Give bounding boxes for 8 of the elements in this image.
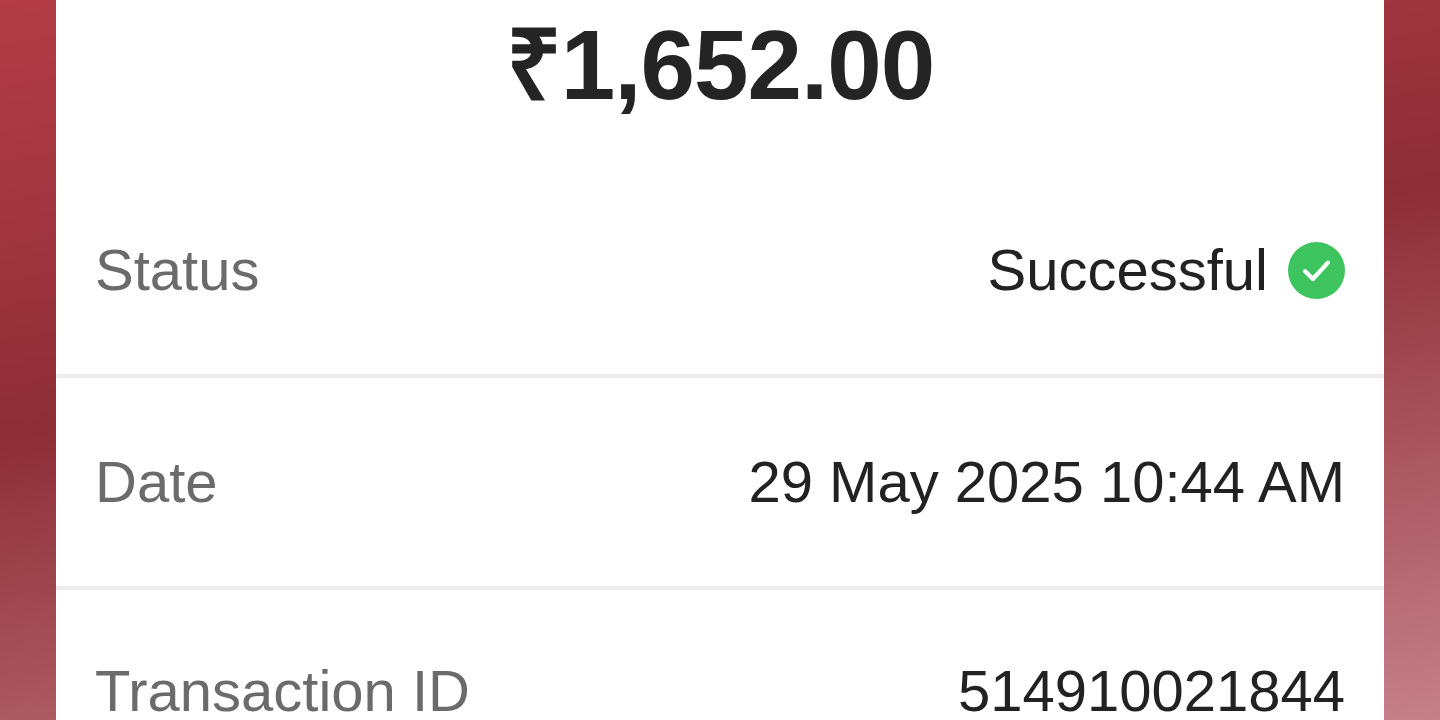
amount-text: ₹1,652.00	[505, 12, 935, 120]
status-value: Successful	[987, 236, 1268, 304]
detail-label: Status	[95, 236, 260, 304]
detail-value: 514910021844	[957, 662, 1345, 720]
detail-label: Date	[95, 448, 218, 516]
detail-label: Transaction ID	[95, 662, 470, 720]
check-circle-icon	[1288, 241, 1345, 299]
detail-value: 29 May 2025 10:44 AM	[748, 448, 1345, 516]
